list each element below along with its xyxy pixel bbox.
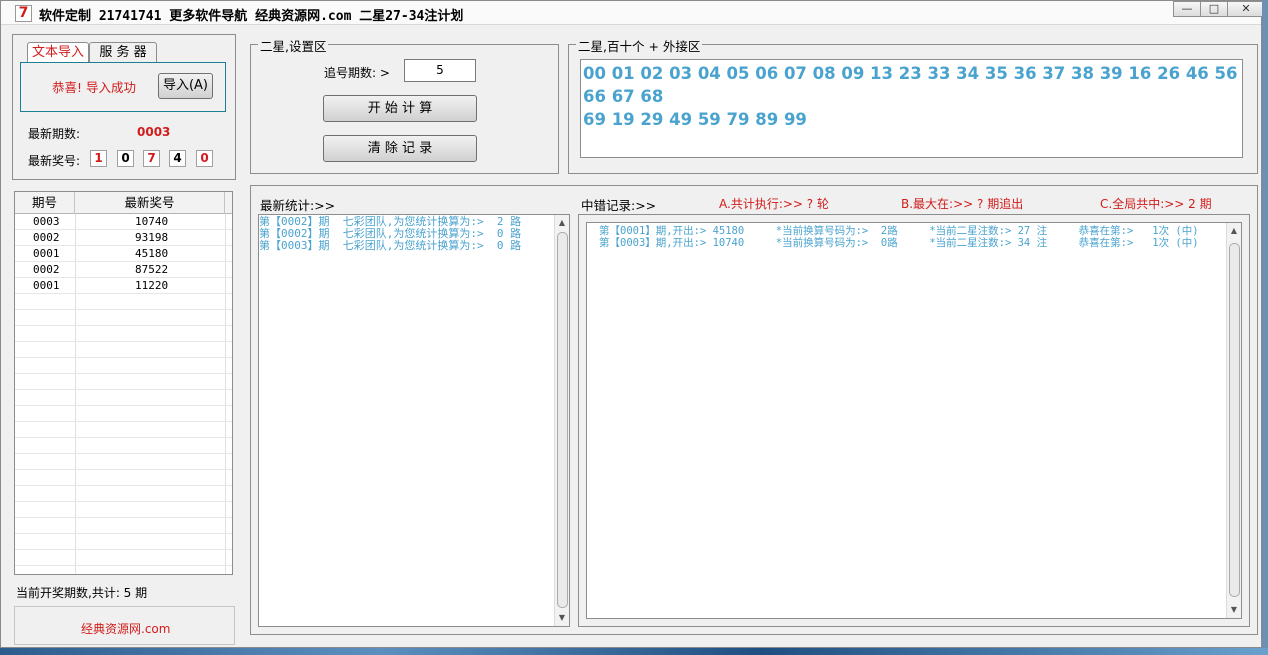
table-row[interactable]: 0002 87522 [15,262,232,278]
latest-number-label: 最新奖号: [28,154,81,168]
table-row [15,294,232,310]
summary-total-runs: A.共计执行:>> ? 轮 [719,197,829,211]
cell-period: 0001 [33,247,60,260]
stats-line: 第【0003】期 七彩团队,为您统计换算为:> 0 路 [259,239,522,252]
records-textarea[interactable]: 第【0001】期,开出:> 45180 *当前换算号码为:> 2路 *当前二星注… [586,222,1242,619]
table-row [15,502,232,518]
cell-number: 45180 [135,247,169,260]
records-scrollbar[interactable]: ▲ ▼ [1226,223,1241,618]
cell-period: 0002 [33,263,60,276]
stats-title: 最新统计:>> [260,198,336,213]
table-row [15,390,232,406]
record-line: 第【0003】期,开出:> 10740 *当前换算号码为:> 0路 *当前二星注… [599,237,1199,249]
column-header-period[interactable]: 期号 [15,192,75,214]
scroll-thumb[interactable] [1229,243,1240,597]
latest-digit-1: 1 [90,150,107,167]
numbers-section-title: 二星,百十个 + 外接区 [576,36,703,55]
table-row[interactable]: 0003 10740 [15,214,232,230]
title-bar[interactable]: 7 软件定制 21741741 更多软件导航 经典资源网.com 二星27-34… [1,1,1265,25]
records-title: 中错记录:>> [581,198,657,213]
status-total-periods: 当前开奖期数,共计: 5 期 [16,586,148,600]
scroll-up-icon[interactable]: ▲ [1229,226,1239,235]
clear-records-button[interactable]: 清 除 记 录 [323,135,477,162]
table-row [15,422,232,438]
table-row [15,534,232,550]
desktop-edge [1262,0,1268,648]
table-row [15,518,232,534]
table-row [15,326,232,342]
table-row[interactable]: 0002 93198 [15,230,232,246]
draw-history-table[interactable]: 期号 最新奖号 0003 10740 0002 93198 0001 45180 0002 8… [14,191,233,575]
numbers-line-1: 00 01 02 03 04 05 06 07 08 09 13 23 33 3… [583,64,1238,106]
latest-period-value: 0003 [137,125,171,139]
numbers-line-2: 69 19 29 49 59 79 89 99 [583,110,807,129]
record-line: 第【0001】期,开出:> 45180 *当前换算号码为:> 2路 *当前二星注… [599,225,1199,237]
settings-section-title: 二星,设置区 [258,36,329,55]
window-title: 软件定制 21741741 更多软件导航 经典资源网.com 二星27-34注计… [39,9,464,24]
latest-digit-2: 0 [117,150,134,167]
table-row [15,550,232,566]
close-button[interactable]: ✕ [1227,1,1265,17]
table-row[interactable]: 0001 45180 [15,246,232,262]
tab-server[interactable]: 服 务 器 [89,42,157,62]
table-header: 期号 最新奖号 [15,192,232,214]
chase-periods-label: 追号期数: > [324,66,390,80]
summary-total-hits: C.全局共中:>> 2 期 [1100,197,1212,211]
latest-period-label: 最新期数: [28,127,81,141]
scroll-thumb[interactable] [557,232,568,608]
cell-period: 0002 [33,231,60,244]
table-row [15,374,232,390]
table-row[interactable]: 0001 11220 [15,278,232,294]
import-success-message: 恭喜! 导入成功 [52,80,136,95]
start-calculate-button[interactable]: 开 始 计 算 [323,95,477,122]
scroll-up-icon[interactable]: ▲ [557,218,567,227]
table-row [15,438,232,454]
tab-text-import[interactable]: 文本导入 [27,42,89,62]
desktop-taskbar [0,648,1268,655]
cell-number: 87522 [135,263,169,276]
chase-periods-input[interactable]: 5 [404,59,476,82]
stats-scrollbar[interactable]: ▲ ▼ [554,215,569,626]
footer-link[interactable]: 经典资源网.com [81,620,170,637]
table-row [15,454,232,470]
table-row [15,310,232,326]
table-row [15,342,232,358]
cell-number: 10740 [135,215,169,228]
table-row [15,470,232,486]
import-button[interactable]: 导入(A) [158,73,213,99]
column-header-number[interactable]: 最新奖号 [75,192,225,214]
latest-digit-5: 0 [196,150,213,167]
table-row [15,486,232,502]
minimize-button[interactable]: — [1173,1,1201,17]
cell-number: 11220 [135,279,169,292]
scroll-down-icon[interactable]: ▼ [1229,605,1239,614]
cell-period: 0003 [33,215,60,228]
table-row [15,406,232,422]
summary-max-chase: B.最大在:>> ? 期追出 [901,197,1024,211]
footer-panel: 经典资源网.com [14,606,235,645]
cell-number: 93198 [135,231,169,244]
numbers-display[interactable]: 00 01 02 03 04 05 06 07 08 09 13 23 33 3… [580,59,1243,158]
maximize-button[interactable]: □ [1200,1,1228,17]
main-window: 7 软件定制 21741741 更多软件导航 经典资源网.com 二星27-34… [0,0,1265,648]
table-row [15,358,232,374]
cell-period: 0001 [33,279,60,292]
app-logo-icon: 7 [15,5,32,22]
scroll-down-icon[interactable]: ▼ [557,613,567,622]
latest-digit-3: 7 [143,150,160,167]
latest-digit-4: 4 [169,150,186,167]
stats-textarea[interactable]: 第【0002】期 七彩团队,为您统计换算为:> 2 路 第【0002】期 七彩团… [258,214,570,627]
